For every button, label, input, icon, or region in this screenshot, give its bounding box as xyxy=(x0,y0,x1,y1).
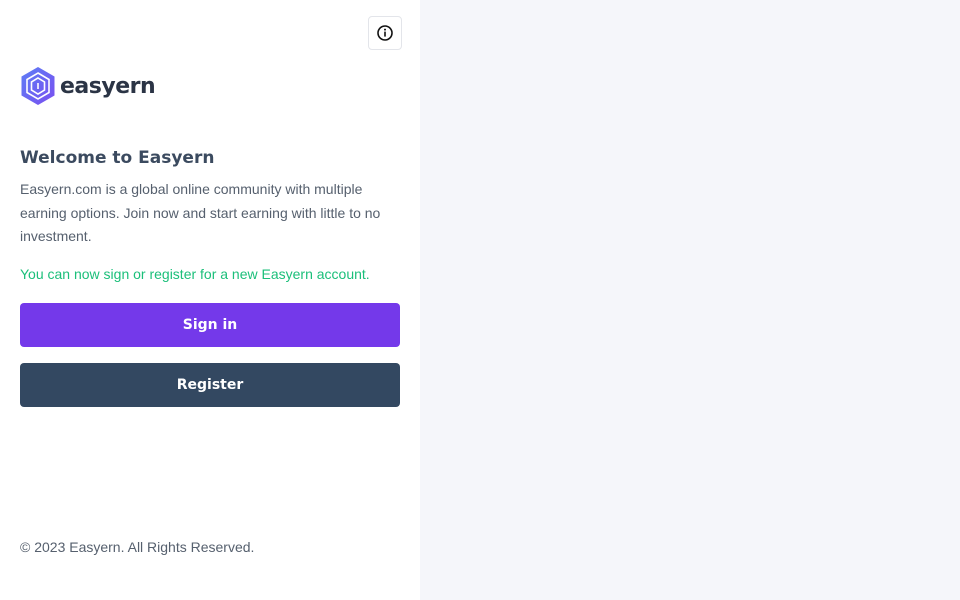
info-circle-icon xyxy=(377,25,393,41)
auth-panel: easyern Welcome to Easyern Easyern.com i… xyxy=(0,0,420,600)
auth-page: easyern Welcome to Easyern Easyern.com i… xyxy=(0,0,960,600)
brand-wordmark: easyern xyxy=(60,73,156,99)
sign-in-button[interactable]: Sign in xyxy=(20,303,400,347)
copyright-footer: © 2023 Easyern. All Rights Reserved. xyxy=(20,539,255,555)
intro-description: Easyern.com is a global online community… xyxy=(20,181,381,244)
register-button[interactable]: Register xyxy=(20,363,400,407)
right-background-panel xyxy=(420,0,960,600)
hexagon-logo-icon xyxy=(21,67,55,105)
info-button[interactable] xyxy=(368,16,402,50)
brand-logo[interactable]: easyern xyxy=(20,66,156,106)
page-title: Welcome to Easyern xyxy=(20,148,215,168)
status-message: You can now sign or register for a new E… xyxy=(20,266,370,282)
